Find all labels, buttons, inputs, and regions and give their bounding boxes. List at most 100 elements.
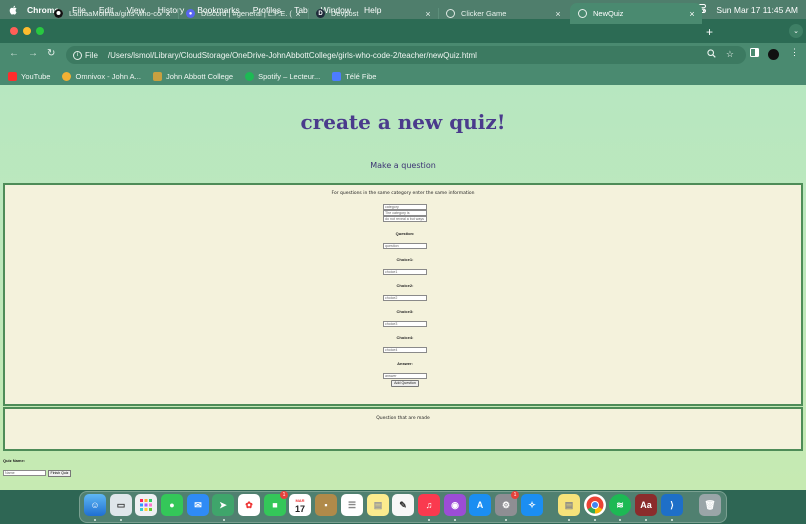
tab-label: LauraaMolinaa/girls-who-cod (69, 9, 162, 18)
back-arrow-icon[interactable]: ← (9, 48, 19, 59)
zoom-window-button[interactable] (36, 27, 44, 35)
finder-icon[interactable]: ☺ (84, 494, 106, 516)
college-icon (152, 71, 162, 81)
close-tab-icon[interactable]: × (686, 9, 698, 19)
running-indicator (428, 519, 430, 521)
tab-discord[interactable]: ● Discord | #general | L.P.E. (Lo × (178, 3, 309, 24)
preview-icon[interactable]: ▭ (110, 494, 132, 516)
reminders-icon[interactable]: ☰ (341, 494, 363, 516)
calendar-icon[interactable]: MAR 17 (289, 494, 311, 516)
more-menu-icon[interactable]: ⋮ (790, 47, 799, 58)
tab-devpost[interactable]: D Devpost × (308, 3, 439, 24)
close-tab-icon[interactable]: × (292, 9, 304, 19)
messages-icon[interactable]: ● (161, 494, 183, 516)
running-indicator (94, 519, 96, 521)
new-tab-button[interactable]: + (706, 25, 713, 39)
choice3-input[interactable]: choice3 (383, 321, 427, 327)
tab-github[interactable]: LauraaMolinaa/girls-who-cod × (46, 3, 179, 24)
spotify-icon (245, 71, 255, 81)
choice2-input[interactable]: choice2 (383, 295, 427, 301)
window-controls (10, 27, 44, 35)
bookmark-omnivox[interactable]: Omnivox - John A... (62, 71, 141, 81)
freeform-icon[interactable]: ✎ (392, 494, 414, 516)
brown-app-icon[interactable]: ▪ (315, 494, 337, 516)
choice3-label: Choice3: (396, 309, 414, 314)
running-indicator (120, 519, 122, 521)
stickies-icon[interactable]: ▤ (558, 494, 580, 516)
running-indicator (505, 519, 507, 521)
url-scheme: File (85, 50, 98, 60)
add-question-button[interactable]: Add Question (391, 380, 419, 387)
side-panel-icon[interactable] (750, 48, 759, 57)
bookmark-youtube[interactable]: YouTube (8, 71, 50, 81)
play-icon (332, 71, 342, 81)
zoom-icon[interactable] (707, 49, 716, 60)
tab-clicker-game[interactable]: Clicker Game × (438, 3, 568, 24)
minimize-window-button[interactable] (23, 27, 31, 35)
music-icon[interactable]: ♫ (418, 494, 440, 516)
maps-icon[interactable]: ➤ (212, 494, 234, 516)
page-content: create a new quiz! Make a question For q… (0, 85, 806, 490)
photos-icon[interactable]: ✿ (238, 494, 260, 516)
tab-label: Clicker Game (461, 9, 507, 18)
choice4-input[interactable]: choice4 (383, 347, 427, 353)
answer-input[interactable]: answer (383, 373, 427, 379)
close-window-button[interactable] (10, 27, 18, 35)
choice4-label: Choice4: (396, 335, 414, 340)
running-indicator (223, 519, 225, 521)
questions-made-heading: Question that are made (376, 416, 430, 421)
address-bar[interactable]: i File /Users/lsmol/Library/CloudStorage… (66, 46, 746, 64)
info-icon[interactable]: i (73, 50, 82, 60)
youtube-icon (8, 71, 17, 81)
podcasts-icon[interactable]: ◉ (444, 494, 466, 516)
clock[interactable]: Sun Mar 17 11:45 AM (716, 5, 798, 15)
omnivox-icon (62, 71, 72, 81)
reload-icon[interactable]: ↻ (47, 48, 55, 59)
bookmark-tele-fibe[interactable]: Télé Fibe (332, 71, 376, 81)
running-indicator (671, 519, 673, 521)
vscode-icon[interactable]: ⟩ (661, 494, 683, 516)
choice1-label: Choice1: (396, 257, 414, 262)
form-heading: For questions in the same category enter… (331, 191, 475, 196)
bookmark-john-abbott[interactable]: John Abbott College (152, 71, 233, 81)
forward-arrow-icon[interactable]: → (28, 48, 38, 59)
question-form-panel: For questions in the same category enter… (3, 183, 803, 406)
launchpad-icon[interactable] (135, 494, 157, 516)
spotify-icon[interactable]: ≋ (609, 494, 631, 516)
settings-badge: 1 (511, 491, 519, 499)
running-indicator (454, 519, 456, 521)
quiz-name-input[interactable]: Name (3, 470, 46, 476)
facetime-badge: 1 (280, 491, 288, 499)
answer-label: Answer: (397, 361, 413, 366)
tab-newquiz[interactable]: NewQuiz × (570, 3, 702, 24)
questions-made-panel: Question that are made (3, 407, 803, 451)
category-option[interactable]: do not reveal a but ways (383, 216, 427, 222)
dictionary-icon[interactable]: Aa (635, 494, 657, 516)
tab-search-chevron-icon[interactable]: ⌄ (789, 24, 803, 38)
browser-toolbar: ← → ↻ i File /Users/lsmol/Library/CloudS… (0, 43, 806, 67)
trash-icon[interactable]: 🗑 (699, 494, 721, 516)
url-text[interactable]: /Users/lsmol/Library/CloudStorage/OneDri… (108, 51, 477, 60)
profile-avatar[interactable] (768, 49, 779, 60)
close-tab-icon[interactable]: × (552, 9, 564, 19)
globe-icon (578, 9, 587, 18)
finish-quiz-button[interactable]: Finish Quiz (48, 470, 71, 477)
question-label: Question: (395, 231, 415, 236)
app-store-icon[interactable]: A (469, 494, 491, 516)
safari-icon[interactable]: ✧ (521, 494, 543, 516)
question-input[interactable]: question (383, 243, 427, 249)
chrome-icon[interactable] (584, 494, 606, 516)
apple-menu-icon[interactable] (9, 5, 19, 15)
github-icon (54, 9, 63, 18)
discord-icon: ● (186, 9, 195, 18)
running-indicator (619, 519, 621, 521)
mail-icon[interactable]: ✉ (187, 494, 209, 516)
notes-icon[interactable]: ▤ (367, 494, 389, 516)
choice1-input[interactable]: choice1 (383, 269, 427, 275)
page-subtitle: Make a question (370, 161, 436, 170)
bookmarks-bar: YouTube Omnivox - John A... John Abbott … (0, 67, 806, 85)
close-tab-icon[interactable]: × (422, 9, 434, 19)
close-tab-icon[interactable]: × (162, 9, 174, 19)
bookmark-spotify[interactable]: Spotify – Lecteur... (245, 71, 320, 81)
bookmark-star-icon[interactable]: ☆ (726, 49, 734, 60)
